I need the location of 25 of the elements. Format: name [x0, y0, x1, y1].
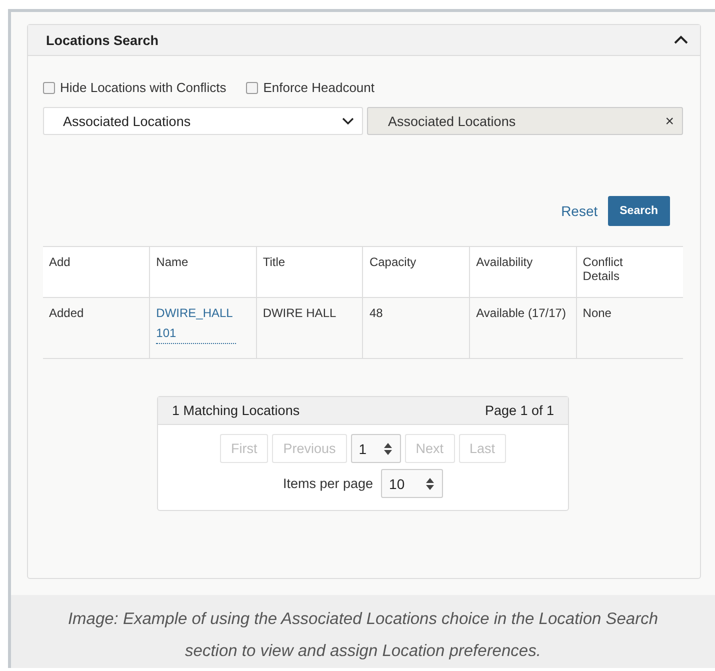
checkbox-label: Enforce Headcount	[263, 80, 374, 95]
chevron-icon	[674, 35, 688, 45]
panel-title: Locations Search	[46, 32, 159, 48]
table-cell: None	[576, 298, 683, 358]
checkbox[interactable]	[43, 82, 55, 94]
checkbox[interactable]	[246, 82, 258, 94]
table-cell: DWIRE HALL	[256, 298, 363, 358]
close-button[interactable]: ×	[665, 112, 674, 130]
match-count: 1 Matching Locations	[172, 403, 300, 418]
spinner-icon	[382, 442, 393, 456]
chevron-down-icon	[342, 117, 354, 125]
page-number-field[interactable]: 1	[350, 434, 401, 463]
checkbox-label: Hide Locations with Conflicts	[60, 80, 226, 95]
items-per-page-field[interactable]: 10	[381, 469, 444, 498]
search-button[interactable]: Search	[608, 196, 670, 226]
tag-label: Associated Locations	[388, 114, 516, 128]
table-cell: Available (17/17)	[470, 298, 576, 358]
page-info: Page 1 of 1	[484, 403, 554, 418]
dropdown[interactable]: Associated Locations	[43, 107, 363, 135]
table-cell: 48	[362, 298, 470, 358]
image-caption: Image: Example of using the Associated Locations choice in the Location Search section to view and assign Location preferences.	[66, 609, 660, 662]
reset-link[interactable]: Reset	[561, 203, 598, 219]
spinner-icon	[425, 476, 436, 490]
table-cell: Added	[43, 298, 150, 358]
items-per-page-label: Items per page	[282, 476, 374, 491]
